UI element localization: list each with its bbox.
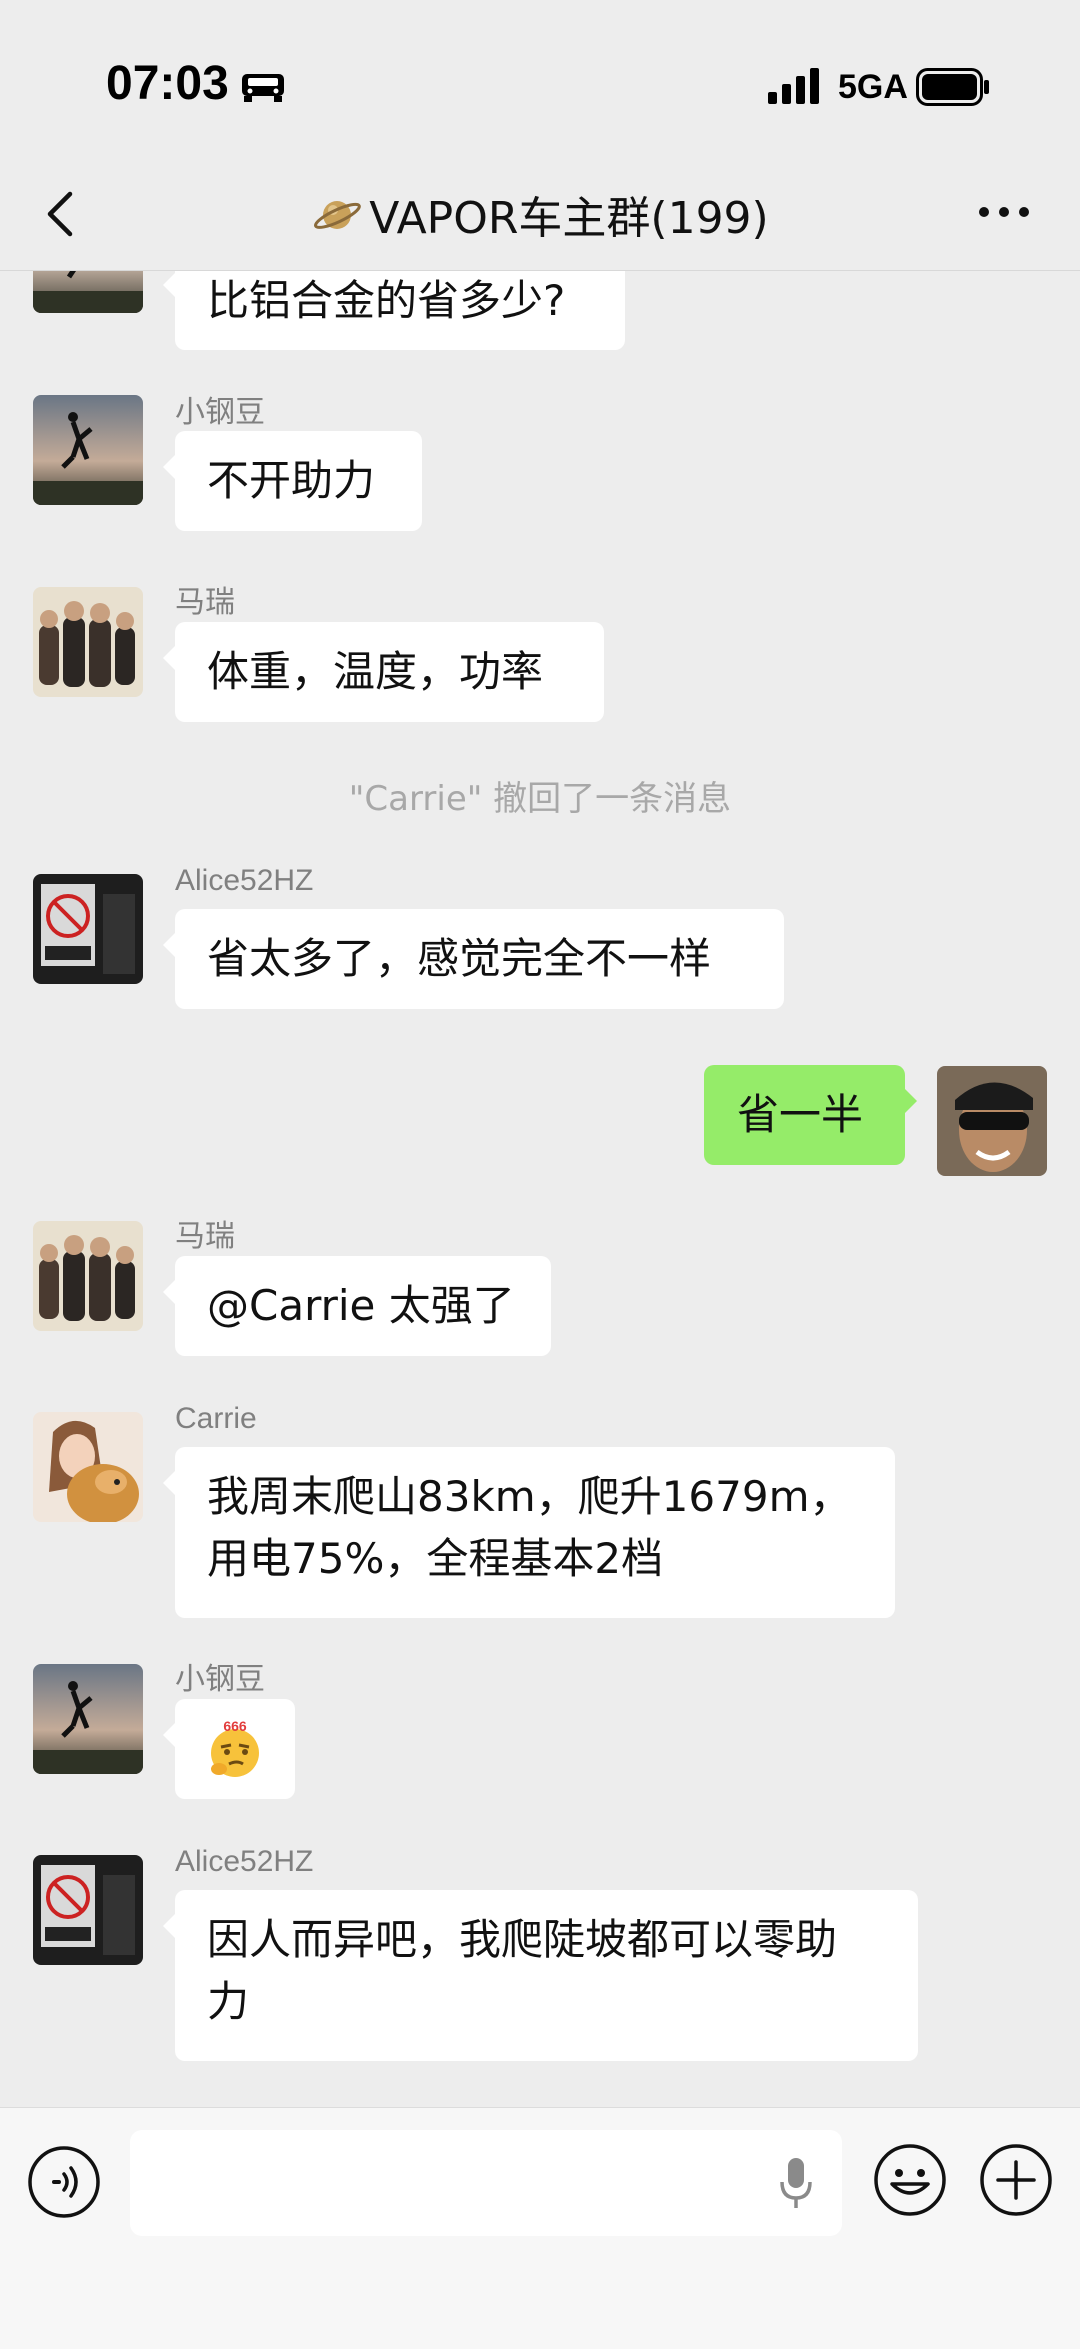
bubble-tail: [163, 1471, 175, 1495]
sender-name: Carrie: [175, 1402, 257, 1435]
status-time: 07:03: [106, 57, 229, 110]
message-bubble[interactable]: 666: [175, 1699, 295, 1799]
bubble-tail: [163, 1280, 175, 1304]
avatar-xiaogangdou[interactable]: [33, 395, 143, 505]
sender-name: Alice52HZ: [175, 864, 314, 897]
message-bubble[interactable]: 省太多了，感觉完全不一样: [175, 909, 784, 1009]
car-icon: [242, 74, 284, 102]
message-text: 不开助力: [207, 456, 376, 505]
avatar-marui[interactable]: [33, 587, 143, 697]
more-options-icon[interactable]: [976, 200, 1032, 224]
network-label: 5GA: [838, 68, 908, 106]
message-bubble[interactable]: 因人而异吧，我爬陡坡都可以零助 力: [175, 1890, 918, 2061]
bubble-tail: [163, 933, 175, 957]
message-text: @Carrie 太强了: [207, 1281, 515, 1330]
message-bubble[interactable]: 我周末爬山83km，爬升1679m， 用电75%，全程基本2档: [175, 1447, 895, 1618]
bubble-tail: [163, 646, 175, 670]
avatar-marui[interactable]: [33, 1221, 143, 1331]
sender-name: 马瑞: [175, 1220, 235, 1253]
bubble-tail: [163, 1914, 175, 1938]
bubble-tail: [163, 1723, 175, 1747]
bubble-tail: [163, 455, 175, 479]
planet-emoji-icon: [314, 201, 362, 229]
chat-title-text: VAPOR车主群(199): [369, 193, 769, 244]
sender-name: 马瑞: [175, 586, 235, 619]
avatar-alice52hz[interactable]: [33, 1855, 143, 1965]
microphone-icon[interactable]: [776, 2154, 816, 2214]
sticker-label: 666: [223, 1718, 247, 1734]
message-text-line: 我周末爬山83km，爬升1679m，: [207, 1472, 852, 1521]
voice-input-icon[interactable]: [26, 2144, 102, 2220]
bubble-tail: [905, 1089, 917, 1113]
message-text: 省一半: [737, 1090, 864, 1139]
avatar-xiaogangdou[interactable]: [33, 271, 143, 313]
avatar-alice52hz[interactable]: [33, 874, 143, 984]
message-text-line: 用电75%，全程基本2档: [207, 1534, 664, 1583]
message-list[interactable]: 比铝合金的省多少? 小钢豆 不开助力 马瑞 体重，温度，功率 "Carrie" …: [0, 271, 1080, 2107]
bubble-tail: [163, 273, 175, 297]
emoji-icon[interactable]: [872, 2142, 948, 2218]
message-bubble[interactable]: 不开助力: [175, 431, 422, 531]
battery-icon: [916, 68, 989, 106]
message-text: 体重，温度，功率: [207, 647, 544, 696]
message-bubble[interactable]: 体重，温度，功率: [175, 622, 604, 722]
message-text: 省太多了，感觉完全不一样: [207, 934, 712, 983]
chat-title: VAPOR车主群(199): [0, 182, 1080, 246]
message-text: 比铝合金的省多少?: [207, 276, 566, 325]
sender-name: Alice52HZ: [175, 1845, 314, 1878]
sender-name: 小钢豆: [175, 1663, 265, 1696]
message-bubble-outgoing[interactable]: 省一半: [704, 1065, 905, 1165]
plus-icon[interactable]: [978, 2142, 1054, 2218]
chat-header: VAPOR车主群(199): [0, 160, 1080, 271]
sender-name: 小钢豆: [175, 396, 265, 429]
status-bar: 07:03 5GA: [0, 0, 1080, 160]
recall-notice: "Carrie" 撤回了一条消息: [348, 779, 732, 819]
message-bubble[interactable]: @Carrie 太强了: [175, 1256, 551, 1356]
message-bubble[interactable]: 比铝合金的省多少?: [175, 271, 625, 350]
avatar-self[interactable]: [937, 1066, 1047, 1176]
avatar-carrie[interactable]: [33, 1412, 143, 1522]
signal-icon: [768, 68, 819, 104]
avatar-xiaogangdou[interactable]: [33, 1664, 143, 1774]
message-input[interactable]: [130, 2130, 842, 2236]
message-text-line: 力: [207, 1977, 250, 2026]
thinking-666-emoji-icon: 666: [211, 1718, 259, 1777]
message-text-line: 因人而异吧，我爬陡坡都可以零助: [207, 1915, 838, 1964]
input-bar: [0, 2107, 1080, 2349]
